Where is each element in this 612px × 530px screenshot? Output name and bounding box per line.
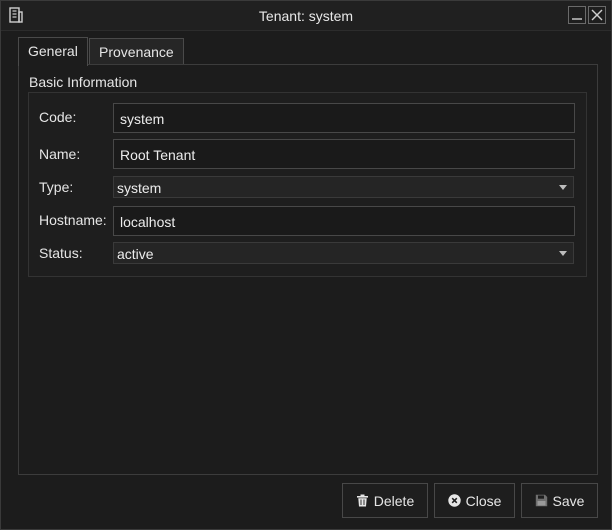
- close-circle-icon: [447, 494, 461, 507]
- floppy-disk-icon: [535, 494, 548, 507]
- window-title: Tenant: system: [258, 8, 354, 24]
- chevron-down-icon: [559, 185, 567, 190]
- minimize-button[interactable]: [568, 6, 586, 24]
- type-select[interactable]: system: [113, 176, 574, 198]
- status-select[interactable]: active: [113, 242, 574, 264]
- save-button[interactable]: Save: [521, 483, 598, 518]
- close-button[interactable]: Close: [434, 483, 515, 518]
- close-button-label: Close: [465, 492, 502, 509]
- status-label: Status:: [39, 245, 83, 261]
- name-label: Name:: [39, 146, 81, 162]
- group-title: Basic Information: [29, 74, 138, 90]
- delete-button-label: Delete: [373, 492, 415, 509]
- trash-icon: [356, 494, 369, 507]
- status-select-value: active: [117, 246, 154, 262]
- save-button-label: Save: [552, 492, 585, 509]
- type-select-value: system: [117, 180, 162, 196]
- tab-provenance[interactable]: Provenance: [89, 38, 184, 64]
- close-window-button[interactable]: [588, 6, 606, 24]
- title-bar[interactable]: Tenant: system: [1, 1, 611, 31]
- close-icon: [589, 9, 605, 26]
- name-field[interactable]: Root Tenant: [113, 139, 575, 169]
- delete-button[interactable]: Delete: [342, 483, 428, 518]
- code-field[interactable]: system: [113, 103, 575, 133]
- tab-general[interactable]: General: [18, 37, 88, 66]
- dialog-window: Tenant: system General Provenance Basic …: [0, 0, 612, 530]
- hostname-label: Hostname:: [39, 212, 107, 228]
- code-label: Code:: [39, 109, 77, 125]
- minimize-icon: [569, 10, 585, 26]
- hostname-field[interactable]: localhost: [113, 206, 575, 236]
- type-label: Type:: [39, 179, 74, 195]
- chevron-down-icon: [559, 251, 567, 256]
